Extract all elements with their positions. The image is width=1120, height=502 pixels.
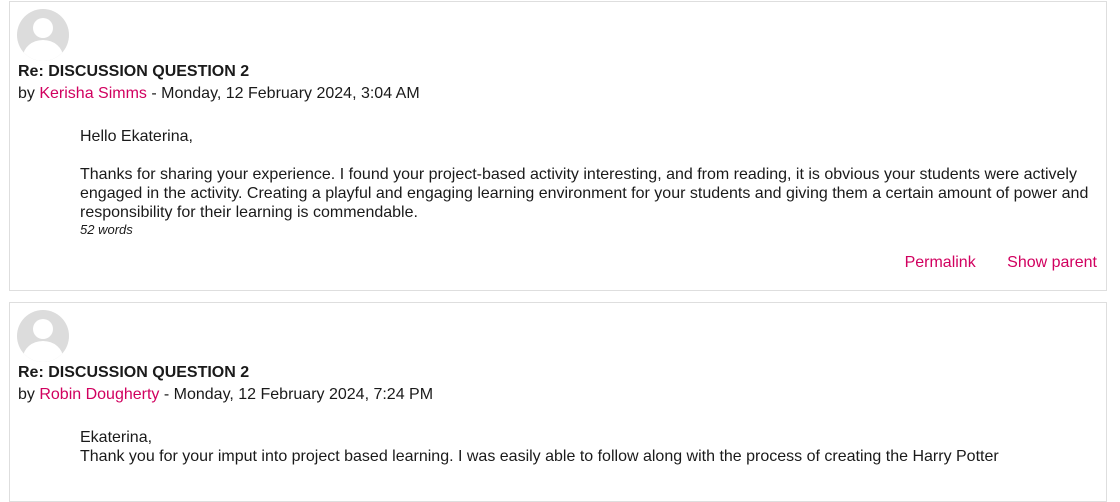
post-body: Thank you for your imput into project ba… <box>80 448 999 465</box>
permalink-link[interactable]: Permalink <box>905 254 976 271</box>
post-body: Thanks for sharing your experience. I fo… <box>80 166 1089 221</box>
forum-post: Re: DISCUSSION QUESTION 2 by Robin Dough… <box>9 302 1107 502</box>
post-subject: Re: DISCUSSION QUESTION 2 <box>18 63 250 80</box>
post-content: Hello Ekaterina, Thanks for sharing your… <box>80 127 1110 238</box>
post-subject: Re: DISCUSSION QUESTION 2 <box>18 364 250 381</box>
author-link[interactable]: Robin Dougherty <box>39 386 159 403</box>
post-byline: by Kerisha Simms - Monday, 12 February 2… <box>18 85 420 103</box>
post-actions: Permalink Show parent <box>878 254 1097 272</box>
avatar-body-shape <box>23 341 63 362</box>
avatar-body-shape <box>23 40 63 61</box>
post-byline: by Robin Dougherty - Monday, 12 February… <box>18 386 433 404</box>
user-avatar-icon[interactable] <box>17 9 69 61</box>
show-parent-link[interactable]: Show parent <box>1007 254 1097 271</box>
post-date: - Monday, 12 February 2024, 3:04 AM <box>146 85 420 102</box>
avatar-head-shape <box>33 319 53 339</box>
post-content: Ekaterina, Thank you for your imput into… <box>80 428 1110 466</box>
word-count: 52 words <box>80 222 133 237</box>
post-date: - Monday, 12 February 2024, 7:24 PM <box>159 386 434 403</box>
post-greeting: Ekaterina, <box>80 429 153 446</box>
author-link[interactable]: Kerisha Simms <box>39 85 147 102</box>
forum-post: Re: DISCUSSION QUESTION 2 by Kerisha Sim… <box>9 1 1107 291</box>
post-greeting: Hello Ekaterina, <box>80 128 193 145</box>
user-avatar-icon[interactable] <box>17 310 69 362</box>
avatar-head-shape <box>33 18 53 38</box>
byline-prefix: by <box>18 386 40 403</box>
byline-prefix: by <box>18 85 40 102</box>
